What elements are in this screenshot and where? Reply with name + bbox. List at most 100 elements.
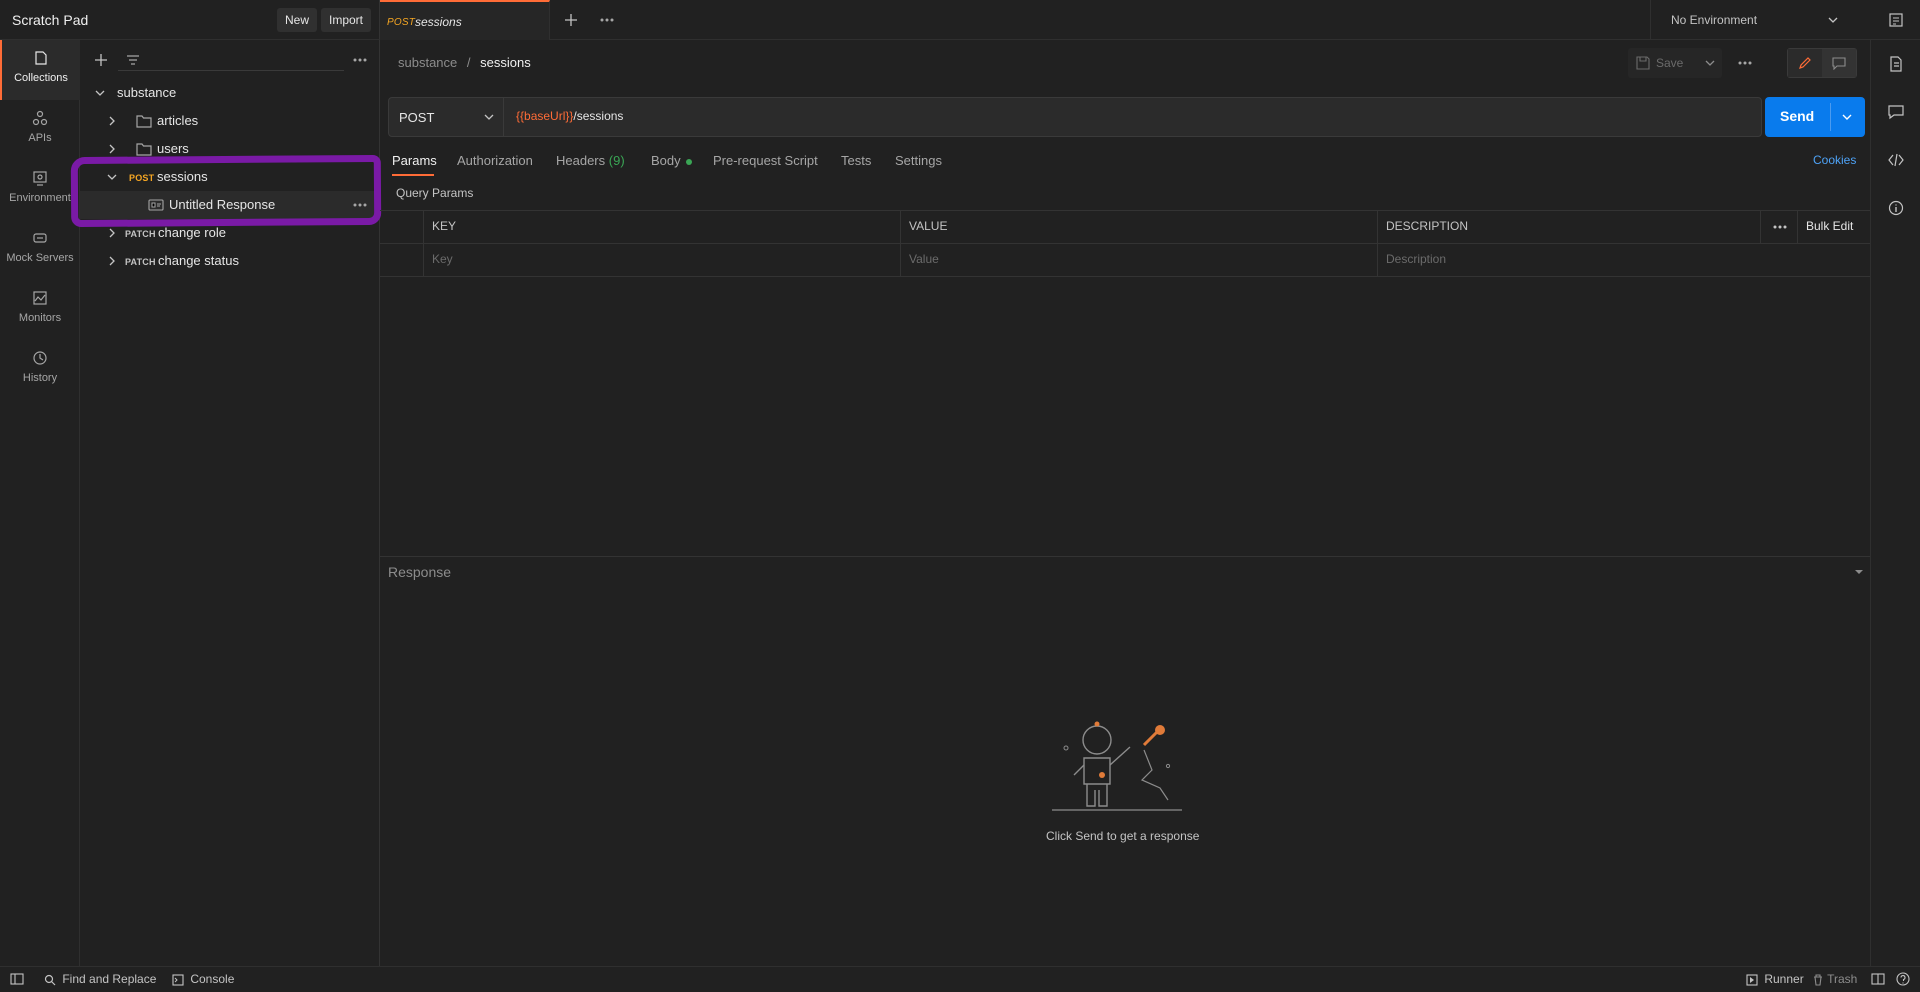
view-mode-toggle (1787, 48, 1857, 78)
monitors-icon (33, 291, 47, 305)
tab-request-sessions[interactable]: POST sessions (380, 0, 550, 40)
edit-mode-button[interactable] (1788, 49, 1822, 77)
rail-item-environment[interactable]: Environment (0, 160, 80, 220)
folder-icon (136, 143, 152, 156)
help-icon[interactable] (1896, 972, 1910, 986)
breadcrumb-parent[interactable]: substance (398, 55, 457, 70)
query-params-table: KEY VALUE DESCRIPTION Bulk Edit Key Valu… (380, 210, 1870, 277)
method-select[interactable]: POST (389, 98, 504, 136)
rail-item-history[interactable]: History (0, 340, 80, 400)
rail-item-mock-servers[interactable]: Mock Servers (0, 220, 80, 280)
tab-title: sessions (415, 15, 462, 29)
column-header-value: VALUE (901, 210, 1378, 243)
rail-item-label: Mock Servers (6, 252, 74, 264)
find-replace-button[interactable]: Find and Replace (44, 972, 156, 986)
tab-pre-request-script[interactable]: Pre-request Script (713, 153, 818, 168)
chevron-right-icon[interactable] (106, 115, 118, 127)
rail-item-label: Collections (14, 72, 68, 84)
tab-tests[interactable]: Tests (841, 153, 871, 168)
tab-authorization[interactable]: Authorization (457, 153, 533, 168)
description-input[interactable]: Description (1378, 243, 1870, 276)
tab-body[interactable]: Body (651, 153, 692, 168)
add-icon[interactable] (94, 53, 108, 67)
tab-headers[interactable]: Headers (9) (556, 153, 625, 168)
cookies-link[interactable]: Cookies (1813, 153, 1856, 167)
collection-name: substance (117, 85, 177, 100)
caret-down-icon[interactable] (1854, 568, 1864, 576)
pencil-icon (1799, 57, 1811, 69)
body-status-dot (685, 158, 692, 165)
documentation-icon[interactable] (1888, 56, 1904, 72)
console-button[interactable]: Console (172, 972, 234, 986)
key-input[interactable]: Key (424, 243, 901, 276)
tab-params[interactable]: Params (392, 153, 437, 168)
environment-label: No Environment (1671, 13, 1758, 27)
environment-quick-look-icon[interactable] (1888, 12, 1904, 28)
url-input[interactable]: {{baseUrl}}/sessions (516, 109, 623, 123)
runner-button[interactable]: Runner (1746, 972, 1804, 986)
rail-item-label: Environment (9, 192, 71, 204)
info-icon[interactable] (1888, 200, 1904, 216)
response-divider[interactable] (380, 556, 1870, 557)
tree-request-row[interactable]: PATCH change status (80, 247, 380, 275)
chevron-right-icon[interactable] (106, 143, 118, 155)
workspace-title[interactable]: Scratch Pad (12, 12, 88, 28)
method-badge: PATCH (125, 257, 156, 267)
save-button[interactable]: Save (1628, 48, 1704, 78)
astronaut-illustration (1052, 721, 1182, 811)
toggle-sidebar-icon[interactable] (10, 973, 24, 985)
save-icon (1636, 56, 1650, 70)
bulk-edit-button[interactable]: Bulk Edit (1798, 210, 1870, 243)
add-tab-icon[interactable] (564, 13, 578, 27)
more-icon[interactable] (599, 17, 615, 23)
tree-folder-row[interactable]: articles (80, 107, 380, 135)
runner-icon (1746, 974, 1758, 986)
value-input[interactable]: Value (901, 243, 1378, 276)
console-label: Console (190, 972, 235, 986)
send-divider (1830, 103, 1831, 131)
column-header-key: KEY (424, 210, 901, 243)
rail-item-apis[interactable]: APIs (0, 100, 80, 160)
save-dropdown[interactable] (1698, 48, 1722, 78)
chevron-down-icon[interactable] (94, 87, 106, 99)
tab-settings[interactable]: Settings (895, 153, 942, 168)
filter-input[interactable] (118, 49, 344, 71)
chevron-right-icon[interactable] (106, 255, 118, 267)
url-variable: {{baseUrl}} (516, 109, 574, 123)
request-name: change status (158, 253, 239, 268)
import-button[interactable]: Import (321, 8, 372, 32)
right-context-bar (1870, 40, 1920, 966)
two-pane-view-icon[interactable] (1871, 973, 1885, 985)
tree-toolbar (80, 48, 380, 72)
active-tab-indicator (392, 174, 434, 176)
tree-collection-row[interactable]: substance (80, 79, 380, 107)
history-icon (33, 351, 47, 365)
tab-bar: POST sessions No Environment (380, 0, 1920, 40)
trash-icon (1814, 974, 1822, 986)
workspace-header: Scratch Pad New Import (0, 0, 380, 40)
chevron-right-icon[interactable] (106, 227, 118, 239)
search-icon (44, 974, 56, 986)
chevron-down-icon[interactable] (1841, 111, 1853, 123)
environment-selector[interactable]: No Environment (1650, 0, 1850, 40)
trash-label: Trash (1827, 972, 1858, 986)
empty-response-text: Click Send to get a response (1046, 829, 1200, 843)
rail-item-collections[interactable]: Collections (0, 40, 80, 100)
rail-item-label: APIs (28, 132, 52, 144)
more-icon[interactable] (1737, 60, 1753, 66)
breadcrumb-current[interactable]: sessions (480, 55, 531, 70)
trash-button[interactable]: Trash (1812, 972, 1857, 986)
folder-icon (136, 115, 152, 128)
send-button[interactable]: Send (1780, 108, 1814, 124)
comments-icon[interactable] (1888, 104, 1904, 120)
rail-item-monitors[interactable]: Monitors (0, 280, 80, 340)
response-title: Response (388, 564, 452, 580)
code-icon[interactable] (1888, 152, 1904, 168)
chevron-down-icon (1705, 60, 1715, 66)
more-icon[interactable] (352, 53, 368, 67)
new-button[interactable]: New (277, 8, 318, 32)
column-options-button[interactable] (1761, 210, 1798, 243)
comment-mode-button[interactable] (1822, 49, 1856, 77)
method-select-value: POST (399, 110, 435, 125)
tab-headers-label: Headers (556, 153, 606, 168)
